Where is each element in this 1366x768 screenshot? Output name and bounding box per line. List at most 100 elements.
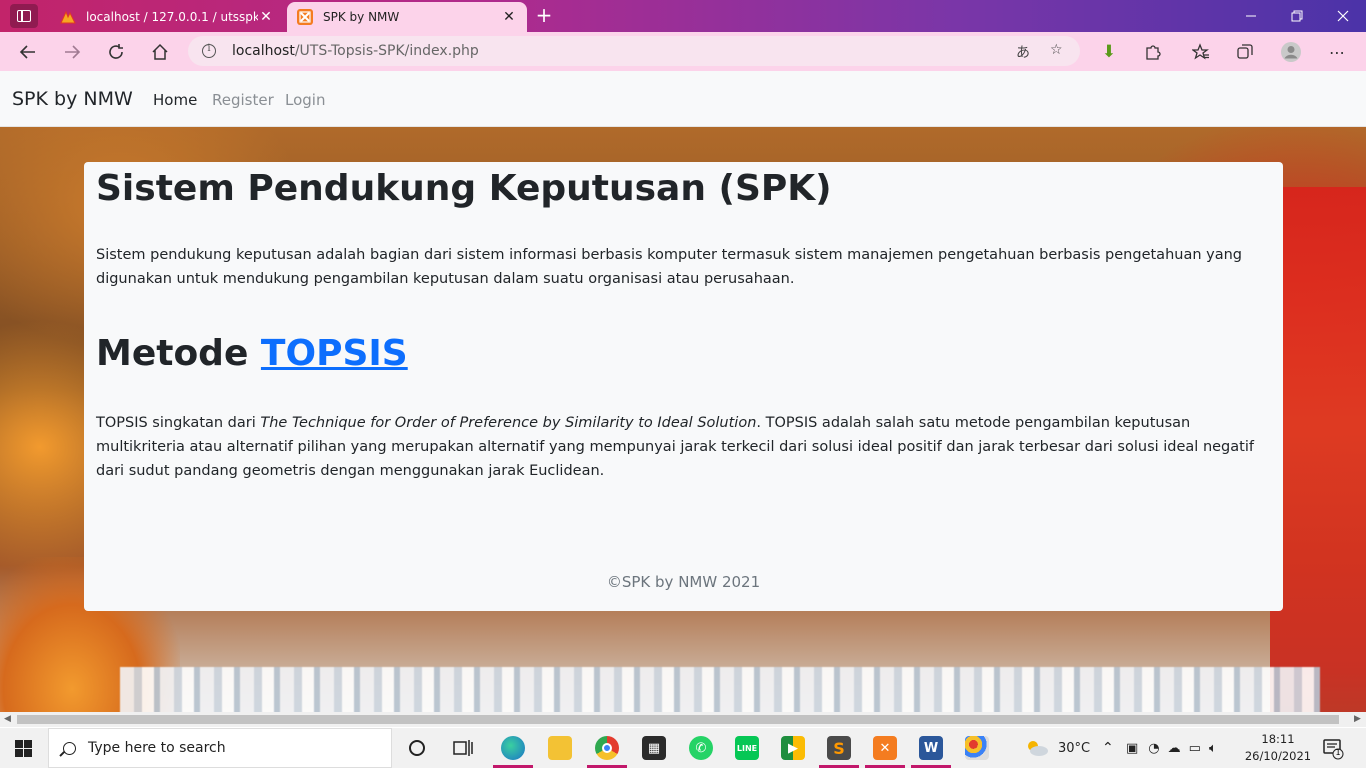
taskbar-whatsapp[interactable]: ✆ xyxy=(678,728,724,768)
scroll-right-arrow-icon[interactable]: ▶ xyxy=(1354,714,1361,724)
taskbar-meet[interactable]: ▶ xyxy=(770,728,816,768)
search-placeholder: Type here to search xyxy=(88,740,226,756)
url-host: localhost xyxy=(232,43,295,59)
cortana-circle-icon xyxy=(409,740,425,756)
horizontal-scrollbar[interactable]: ◀ ▶ xyxy=(0,712,1366,727)
site-info-icon[interactable] xyxy=(202,43,216,58)
video-call-icon: ▶ xyxy=(781,736,805,760)
scrollbar-thumb[interactable] xyxy=(17,715,1339,724)
autumn-foliage-right xyxy=(1270,187,1366,712)
close-window-button[interactable] xyxy=(1320,0,1366,32)
method-heading: Metode TOPSIS xyxy=(96,333,408,374)
taskbar-clock[interactable]: 18:11 26/10/2021 xyxy=(1244,731,1312,765)
method-heading-prefix: Metode xyxy=(96,333,249,374)
paint-palette-icon xyxy=(965,736,989,760)
minimize-icon xyxy=(1246,15,1256,17)
site-navbar: SPK by NMW Home Register Login xyxy=(0,71,1366,127)
tab-title: SPK by NMW xyxy=(323,10,400,24)
task-view-button[interactable] xyxy=(440,728,486,768)
word-icon: W xyxy=(919,736,943,760)
restore-button[interactable] xyxy=(1274,0,1320,32)
tab-actions-button[interactable] xyxy=(10,4,38,28)
waterfall xyxy=(120,667,1320,712)
battery-icon[interactable]: ▭ xyxy=(1189,741,1201,756)
taskbar-word[interactable]: W xyxy=(908,728,954,768)
wifi-icon[interactable]: ◔ xyxy=(1148,741,1159,756)
tab-spk[interactable]: SPK by NMW ✕ xyxy=(287,2,527,32)
taskbar-file-explorer[interactable] xyxy=(537,728,583,768)
url-path: /UTS-Topsis-SPK/index.php xyxy=(294,43,479,59)
taskbar-edge[interactable] xyxy=(490,728,536,768)
extension-download-icon[interactable]: ⬇ xyxy=(1096,39,1122,65)
taskbar-line[interactable]: LINE xyxy=(724,728,770,768)
xampp-favicon-icon xyxy=(297,9,313,25)
partly-sunny-icon xyxy=(1028,741,1048,756)
close-icon xyxy=(1337,10,1349,22)
new-tab-button[interactable]: + xyxy=(534,4,554,26)
cortana-button[interactable] xyxy=(394,728,440,768)
read-aloud-icon[interactable]: あ xyxy=(1016,42,1030,62)
extensions-icon[interactable] xyxy=(1140,39,1166,65)
favorites-star-icon xyxy=(1192,43,1209,60)
favorites-icon[interactable] xyxy=(1188,39,1214,65)
settings-menu-icon[interactable]: ⋯ xyxy=(1324,39,1350,65)
collections-icon[interactable] xyxy=(1232,39,1258,65)
chevron-up-icon: ⌃ xyxy=(1102,740,1114,756)
topsis-link[interactable]: TOPSIS xyxy=(261,333,408,374)
taskbar-paint[interactable] xyxy=(954,728,1000,768)
profile-icon xyxy=(1281,42,1301,62)
refresh-button[interactable] xyxy=(102,38,130,66)
taskbar-chrome[interactable] xyxy=(584,728,630,768)
tab-actions-icon xyxy=(17,10,31,22)
page-title: Sistem Pendukung Keputusan (SPK) xyxy=(96,168,832,209)
back-arrow-icon xyxy=(19,45,35,59)
notification-count: 1 xyxy=(1335,748,1341,757)
topsis-paragraph: TOPSIS singkatan dari The Technique for … xyxy=(96,411,1272,483)
whatsapp-icon: ✆ xyxy=(689,736,713,760)
puzzle-icon xyxy=(1146,45,1161,60)
edge-icon xyxy=(501,736,525,760)
taskbar-sublime[interactable]: S xyxy=(816,728,862,768)
weather-temperature: 30°C xyxy=(1058,740,1091,756)
tab-close-icon[interactable]: ✕ xyxy=(501,9,517,25)
minimize-button[interactable] xyxy=(1228,0,1274,32)
nav-link-register[interactable]: Register xyxy=(212,91,274,109)
onedrive-cloud-icon[interactable]: ☁ xyxy=(1168,741,1181,756)
windows-start-icon[interactable] xyxy=(15,740,32,757)
address-bar[interactable]: localhost/UTS-Topsis-SPK/index.php あ ☆ xyxy=(188,36,1080,66)
page-viewport: SPK by NMW Home Register Login Sistem Pe… xyxy=(0,71,1366,712)
search-icon xyxy=(63,741,76,755)
add-favorite-icon[interactable]: ☆ xyxy=(1050,42,1063,58)
notification-center-button[interactable]: 1 xyxy=(1322,738,1344,760)
content-card: Sistem Pendukung Keputusan (SPK) Sistem … xyxy=(84,162,1283,611)
meet-now-icon[interactable]: ▣ xyxy=(1126,741,1138,756)
back-button[interactable] xyxy=(14,38,42,66)
taskbar-search[interactable]: Type here to search xyxy=(48,728,392,768)
tab-phpmyadmin[interactable]: localhost / 127.0.0.1 / utsspktopsis ✕ xyxy=(50,2,284,32)
collections-squares-icon xyxy=(1237,44,1253,59)
browser-tab-bar: localhost / 127.0.0.1 / utsspktopsis ✕ S… xyxy=(0,0,1366,32)
forward-arrow-icon xyxy=(65,45,81,59)
xampp-icon: ✕ xyxy=(873,736,897,760)
task-view-icon xyxy=(453,740,473,756)
weather-widget[interactable]: 30°C xyxy=(1024,728,1090,768)
store-bag-icon: ▦ xyxy=(642,736,666,760)
forward-button[interactable] xyxy=(58,38,86,66)
topsis-full-name: The Technique for Order of Preference by… xyxy=(260,415,757,431)
browser-toolbar: localhost/UTS-Topsis-SPK/index.php あ ☆ ⬇… xyxy=(0,32,1366,71)
refresh-icon xyxy=(109,44,123,59)
home-icon xyxy=(152,43,168,60)
profile-avatar[interactable] xyxy=(1278,39,1304,65)
nav-link-login[interactable]: Login xyxy=(285,91,325,109)
nav-link-home[interactable]: Home xyxy=(153,91,197,109)
taskbar-xampp[interactable]: ✕ xyxy=(862,728,908,768)
scroll-left-arrow-icon[interactable]: ◀ xyxy=(4,714,11,724)
volume-icon[interactable]: 🔈︎ xyxy=(1209,741,1217,756)
topsis-lead-text: TOPSIS singkatan dari xyxy=(96,415,261,431)
tab-close-icon[interactable]: ✕ xyxy=(258,9,274,25)
site-brand[interactable]: SPK by NMW xyxy=(12,88,133,110)
show-hidden-icons[interactable]: ⌃ xyxy=(1102,728,1114,768)
phpmyadmin-favicon-icon xyxy=(60,10,76,24)
taskbar-store[interactable]: ▦ xyxy=(631,728,677,768)
home-button[interactable] xyxy=(146,38,174,66)
